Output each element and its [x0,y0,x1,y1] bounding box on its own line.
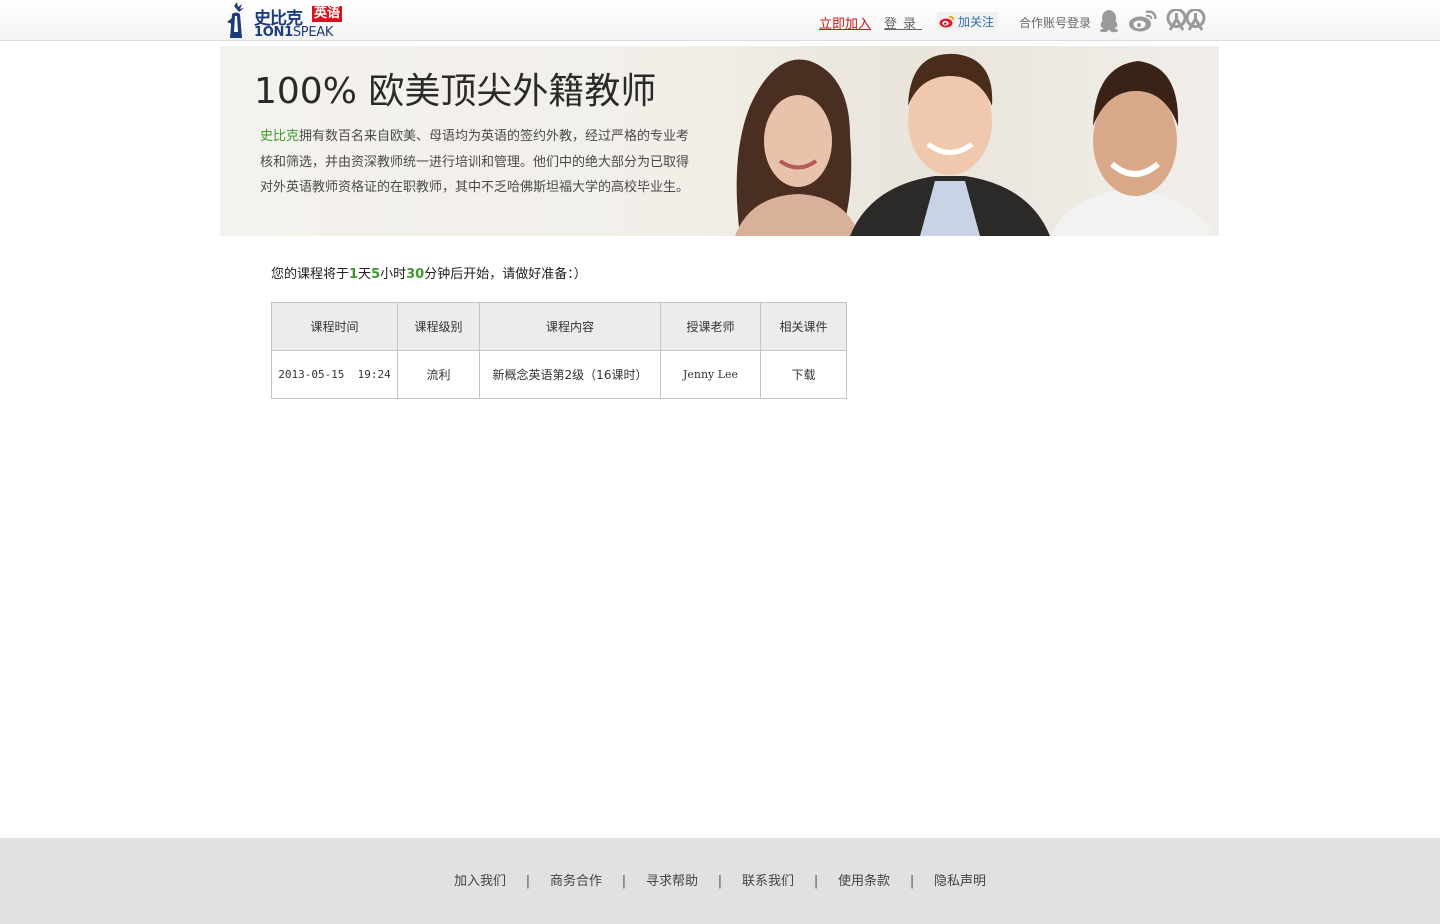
footer-separator: | [909,874,915,889]
logo-en-bold: 1ON1 [254,25,293,40]
banner-title: 100% 欧美顶尖外籍教师 [254,71,657,112]
cell-course-time: 2013-05-15 19:24 [271,350,398,399]
col-header-level: 课程级别 [397,302,480,351]
cell-teacher: Jenny Lee [660,350,761,399]
col-header-teacher: 授课老师 [660,302,761,351]
footer-links: 加入我们 | 商务合作 | 寻求帮助 | 联系我们 | 使用条款 | 隐私声明 [0,870,1440,889]
countdown-prefix: 您的课程将于 [271,267,350,282]
download-link[interactable]: 下载 [791,368,815,382]
qq-icon[interactable] [1098,9,1120,33]
footer-link-help[interactable]: 寻求帮助 [646,874,698,889]
teachers-banner: 100% 欧美顶尖外籍教师 史比克拥有数百名来自欧美、母语均为英语的签约外教，经… [220,46,1219,236]
footer-separator: | [813,874,819,889]
course-countdown: 您的课程将于1天5小时30分钟后开始，请做好准备：） [271,263,587,282]
col-header-time: 课程时间 [271,302,398,351]
footer-link-contact[interactable]: 联系我们 [742,874,794,889]
weibo-icon[interactable] [1128,9,1158,33]
col-header-courseware: 相关课件 [760,302,847,351]
countdown-hours-unit: 小时 [380,267,407,282]
table-row: 2013-05-15 19:24 流利 新概念英语第2级（16课时） Jenny… [271,350,847,399]
footer-link-privacy[interactable]: 隐私声明 [934,874,986,889]
logo-en-light: SPEAK [292,25,334,40]
follow-label: 加关注 [958,14,995,29]
login-link[interactable]: 登录 [884,13,922,32]
weibo-follow-button[interactable]: 加关注 [937,12,999,30]
site-logo[interactable]: 史比克 英语 1ON1SPEAK [224,2,356,40]
countdown-suffix: 分钟后开始，请做好准备：） [424,267,587,282]
cell-course-content: 新概念英语第2级（16课时） [479,350,661,399]
footer-link-terms[interactable]: 使用条款 [838,874,890,889]
banner-brand: 史比克 [260,129,300,144]
countdown-minutes: 30 [406,267,425,282]
partner-login-label: 合作账号登录 [1019,16,1092,30]
logo-en-text: 1ON1SPEAK [254,25,333,40]
countdown-days-unit: 天 [358,267,372,282]
teacher-photo-male-center [850,53,1050,236]
logo-cn-accent: 英语 [312,6,343,22]
join-link[interactable]: 立即加入 [819,13,871,32]
course-table: 课程时间 课程级别 课程内容 授课老师 相关课件 2013-05-15 19:2… [271,302,847,399]
renren-icon[interactable] [1166,9,1206,33]
footer: 加入我们 | 商务合作 | 寻求帮助 | 联系我们 | 使用条款 | 隐私声明 [0,838,1440,924]
footer-separator: | [525,874,531,889]
col-header-content: 课程内容 [479,302,661,351]
top-bar: 史比克 英语 1ON1SPEAK 立即加入 登录 加关注 合作账号登录 [0,0,1440,41]
cell-course-level: 流利 [397,350,480,399]
countdown-days: 1 [349,267,359,282]
banner-description: 史比克拥有数百名来自欧美、母语均为英语的签约外教，经过严格的专业考核和筛选，并由… [260,124,700,201]
teacher-photo-male-right [1050,61,1215,236]
statue-logo-icon [227,2,244,38]
countdown-hours: 5 [371,267,381,282]
banner-description-text: 拥有数百名来自欧美、母语均为英语的签约外教，经过严格的专业考核和筛选，并由资深教… [260,129,690,195]
footer-link-business[interactable]: 商务合作 [550,874,602,889]
table-header-row: 课程时间 课程级别 课程内容 授课老师 相关课件 [271,302,847,351]
footer-separator: | [717,874,723,889]
footer-link-join-us[interactable]: 加入我们 [454,874,506,889]
weibo-small-icon [939,15,955,27]
footer-separator: | [621,874,627,889]
cell-courseware: 下载 [760,350,847,399]
